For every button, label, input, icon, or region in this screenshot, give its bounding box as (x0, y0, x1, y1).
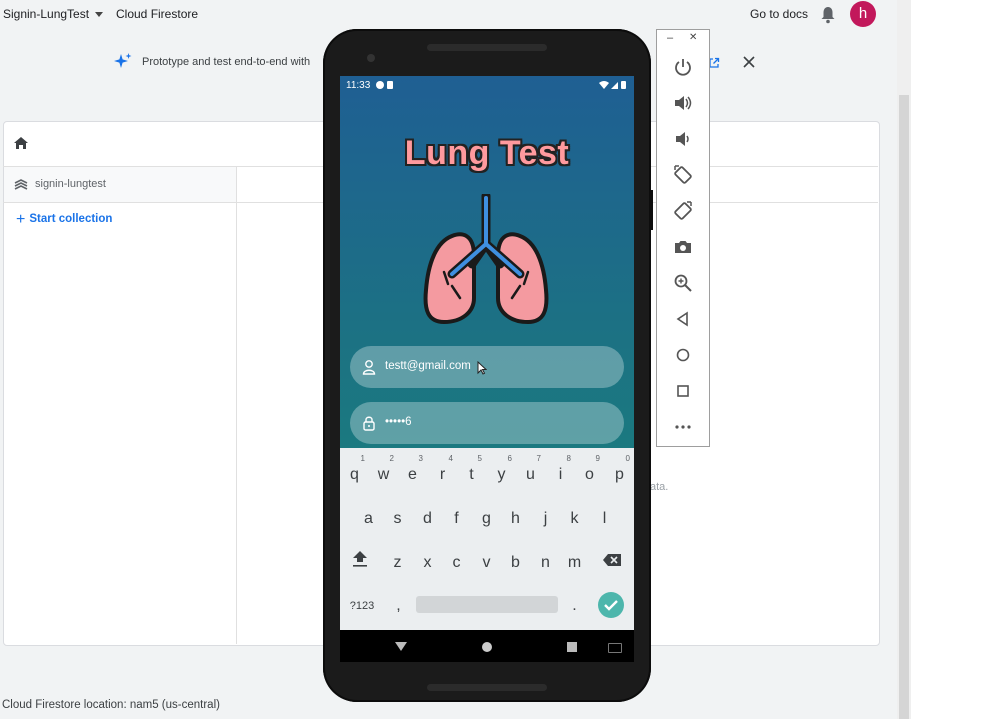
product-name: Cloud Firestore (116, 7, 199, 21)
key-m[interactable]: m (560, 548, 589, 578)
home-icon[interactable] (13, 136, 29, 150)
database-icon (14, 179, 28, 190)
minimize-icon[interactable]: – (667, 32, 673, 44)
emulator-controls: – ✕ (656, 29, 710, 447)
close-icon[interactable] (742, 55, 756, 69)
bottom-grille (427, 684, 547, 691)
key-p[interactable]: 0p (605, 454, 634, 490)
project-name: Signin-LungTest (3, 7, 90, 21)
back-icon[interactable] (672, 308, 694, 330)
key-w[interactable]: 2w (369, 454, 398, 490)
avatar[interactable]: h (850, 1, 876, 27)
key-u[interactable]: 7u (516, 454, 545, 490)
signal-battery-icons (598, 80, 628, 92)
zoom-icon[interactable] (672, 272, 694, 294)
on-screen-keyboard: 1q 2w 3e 4r 5t 6y 7u 8i 9o 0p a s d f g … (340, 448, 634, 630)
person-icon (362, 360, 376, 375)
start-collection-button[interactable]: + Start collection (16, 211, 112, 229)
period-key[interactable]: . (560, 591, 589, 621)
lungs-icon (423, 194, 549, 325)
go-to-docs-link[interactable]: Go to docs (750, 7, 808, 21)
key-c[interactable]: c (442, 548, 471, 578)
key-n[interactable]: n (531, 548, 560, 578)
check-icon (604, 600, 618, 611)
project-selector[interactable]: Signin-LungTest (3, 7, 104, 21)
lock-icon (363, 416, 375, 431)
android-nav-bar (340, 630, 634, 662)
side-button (649, 190, 653, 230)
key-t[interactable]: 5t (457, 454, 486, 490)
banner-text: Prototype and test end-to-end with (142, 56, 311, 68)
done-key[interactable] (598, 592, 624, 618)
sparkle-icon (114, 53, 132, 68)
key-e[interactable]: 3e (398, 454, 427, 490)
shift-key[interactable] (345, 548, 374, 578)
key-g[interactable]: g (472, 504, 501, 534)
close-icon[interactable]: ✕ (689, 32, 697, 43)
app-title: Lung Test (404, 134, 570, 172)
password-value: •••••6 (385, 416, 412, 428)
key-y[interactable]: 6y (487, 454, 516, 490)
speaker-grille (427, 44, 547, 51)
password-field[interactable]: •••••6 (350, 402, 624, 444)
key-o[interactable]: 9o (575, 454, 604, 490)
comma-key[interactable]: , (384, 591, 413, 621)
key-j[interactable]: j (531, 504, 560, 534)
plus-icon: + (16, 211, 26, 228)
notification-icons (376, 80, 396, 92)
mouse-pointer-icon (477, 361, 487, 375)
home-icon[interactable] (672, 344, 694, 366)
key-k[interactable]: k (560, 504, 589, 534)
front-camera (367, 54, 375, 62)
symbols-key[interactable]: ?123 (346, 591, 378, 621)
caret-down-icon (95, 12, 104, 18)
key-z[interactable]: z (383, 548, 412, 578)
key-h[interactable]: h (501, 504, 530, 534)
start-collection-label: Start collection (29, 213, 113, 225)
bell-icon[interactable] (820, 6, 836, 24)
status-time: 11:33 (346, 80, 371, 91)
top-bar: Signin-LungTest Cloud Firestore Go to do… (0, 0, 897, 32)
key-v[interactable]: v (472, 548, 501, 578)
phone-screen: 11:33 Lung Test testt@gmail.com •••••6 1… (340, 76, 634, 662)
key-l[interactable]: l (590, 504, 619, 534)
volume-down-icon[interactable] (672, 128, 694, 150)
scrollbar-thumb[interactable] (899, 95, 909, 719)
camera-icon[interactable] (672, 236, 694, 258)
database-name: signin-lungtest (35, 178, 106, 190)
firestore-location: Cloud Firestore location: nam5 (us-centr… (2, 699, 220, 711)
key-r[interactable]: 4r (428, 454, 457, 490)
keyboard-switch-icon[interactable] (608, 643, 622, 653)
shift-icon (352, 551, 367, 567)
key-d[interactable]: d (413, 504, 442, 534)
key-a[interactable]: a (354, 504, 383, 534)
key-f[interactable]: f (442, 504, 471, 534)
email-value: testt@gmail.com (385, 360, 471, 372)
more-icon[interactable] (672, 416, 694, 438)
rotate-right-icon[interactable] (672, 200, 694, 222)
status-bar: 11:33 (340, 76, 634, 94)
column-divider (236, 167, 237, 644)
key-x[interactable]: x (413, 548, 442, 578)
rotate-left-icon[interactable] (672, 164, 694, 186)
empty-state-text: ata. (650, 481, 669, 493)
backspace-icon (602, 554, 621, 566)
backspace-key[interactable] (597, 548, 626, 578)
nav-home-icon[interactable] (482, 642, 492, 652)
space-bar[interactable] (416, 596, 558, 613)
nav-back-icon[interactable] (395, 642, 407, 651)
key-b[interactable]: b (501, 548, 530, 578)
key-s[interactable]: s (383, 504, 412, 534)
email-field[interactable]: testt@gmail.com (350, 346, 624, 388)
nav-recents-icon[interactable] (567, 642, 577, 652)
power-icon[interactable] (672, 56, 694, 78)
key-q[interactable]: 1q (340, 454, 369, 490)
key-i[interactable]: 8i (546, 454, 575, 490)
volume-up-icon[interactable] (672, 92, 694, 114)
overview-icon[interactable] (672, 380, 694, 402)
